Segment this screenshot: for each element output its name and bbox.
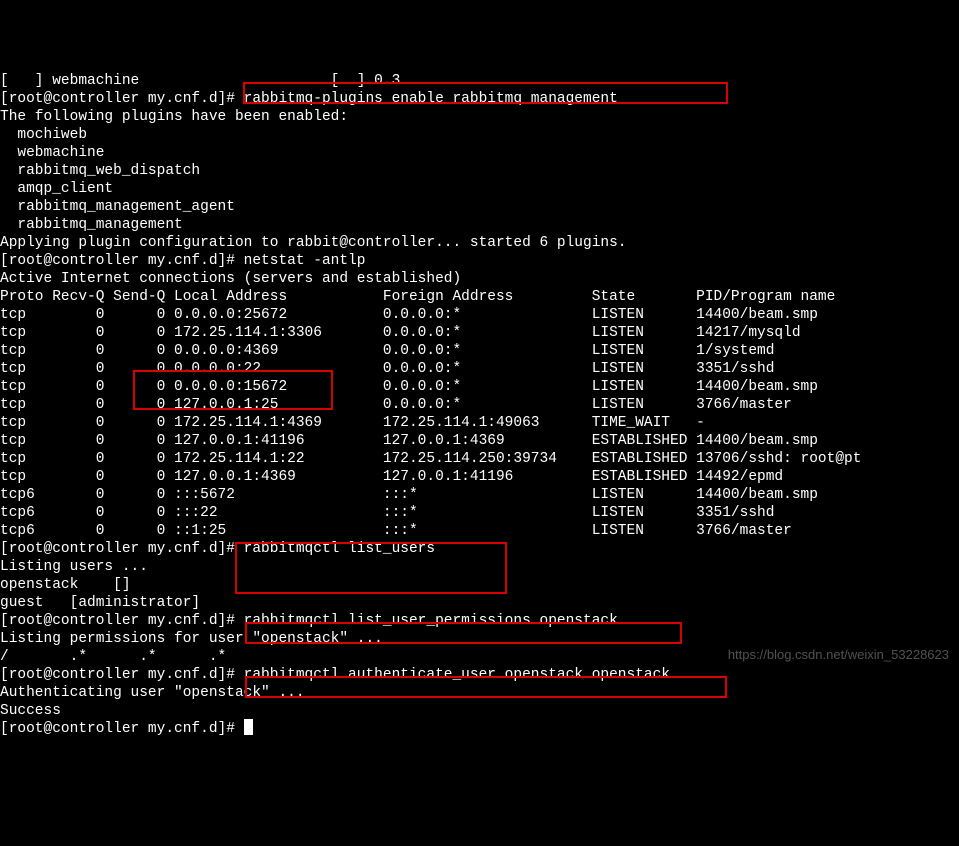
- terminal-line: tcp 0 0 172.25.114.1:4369 172.25.114.1:4…: [0, 414, 959, 432]
- terminal-line: rabbitmq_management: [0, 216, 959, 234]
- terminal-line: [root@controller my.cnf.d]# netstat -ant…: [0, 252, 959, 270]
- terminal-line: [root@controller my.cnf.d]#: [0, 720, 959, 738]
- terminal-line: amqp_client: [0, 180, 959, 198]
- terminal-line: tcp 0 0 0.0.0.0:15672 0.0.0.0:* LISTEN 1…: [0, 378, 959, 396]
- terminal-line: tcp 0 0 172.25.114.1:3306 0.0.0.0:* LIST…: [0, 324, 959, 342]
- terminal-line: [root@controller my.cnf.d]# rabbitmqctl …: [0, 612, 959, 630]
- terminal-line: tcp 0 0 0.0.0.0:4369 0.0.0.0:* LISTEN 1/…: [0, 342, 959, 360]
- terminal-line: rabbitmq_management_agent: [0, 198, 959, 216]
- terminal-line: mochiweb: [0, 126, 959, 144]
- terminal-line: tcp 0 0 127.0.0.1:41196 127.0.0.1:4369 E…: [0, 432, 959, 450]
- terminal-line: Active Internet connections (servers and…: [0, 270, 959, 288]
- terminal-line: / .* .* .*: [0, 648, 959, 666]
- terminal-line: Listing users ...: [0, 558, 959, 576]
- terminal-line: tcp 0 0 172.25.114.1:22 172.25.114.250:3…: [0, 450, 959, 468]
- terminal-line: Authenticating user "openstack" ...: [0, 684, 959, 702]
- terminal-line: [root@controller my.cnf.d]# rabbitmqctl …: [0, 666, 959, 684]
- terminal-line: rabbitmq_web_dispatch: [0, 162, 959, 180]
- terminal-line: tcp 0 0 0.0.0.0:25672 0.0.0.0:* LISTEN 1…: [0, 306, 959, 324]
- terminal-line: openstack []: [0, 576, 959, 594]
- terminal-line: [root@controller my.cnf.d]# rabbitmq-plu…: [0, 90, 959, 108]
- terminal-line: [ ] webmachine [ ] 0.3: [0, 72, 959, 90]
- terminal-line: guest [administrator]: [0, 594, 959, 612]
- terminal-output: [ ] webmachine [ ] 0.3[root@controller m…: [0, 72, 959, 738]
- terminal-line: tcp6 0 0 :::5672 :::* LISTEN 14400/beam.…: [0, 486, 959, 504]
- cursor-icon: [244, 719, 253, 735]
- terminal-line: Listing permissions for user "openstack"…: [0, 630, 959, 648]
- terminal-line: Success: [0, 702, 959, 720]
- terminal-line: [root@controller my.cnf.d]# rabbitmqctl …: [0, 540, 959, 558]
- terminal-line: tcp 0 0 0.0.0.0:22 0.0.0.0:* LISTEN 3351…: [0, 360, 959, 378]
- terminal-line: tcp6 0 0 ::1:25 :::* LISTEN 3766/master: [0, 522, 959, 540]
- terminal-line: The following plugins have been enabled:: [0, 108, 959, 126]
- terminal-line: webmachine: [0, 144, 959, 162]
- terminal-line: Proto Recv-Q Send-Q Local Address Foreig…: [0, 288, 959, 306]
- terminal-line: Applying plugin configuration to rabbit@…: [0, 234, 959, 252]
- terminal-line: tcp 0 0 127.0.0.1:4369 127.0.0.1:41196 E…: [0, 468, 959, 486]
- terminal-line: tcp 0 0 127.0.0.1:25 0.0.0.0:* LISTEN 37…: [0, 396, 959, 414]
- terminal-line: tcp6 0 0 :::22 :::* LISTEN 3351/sshd: [0, 504, 959, 522]
